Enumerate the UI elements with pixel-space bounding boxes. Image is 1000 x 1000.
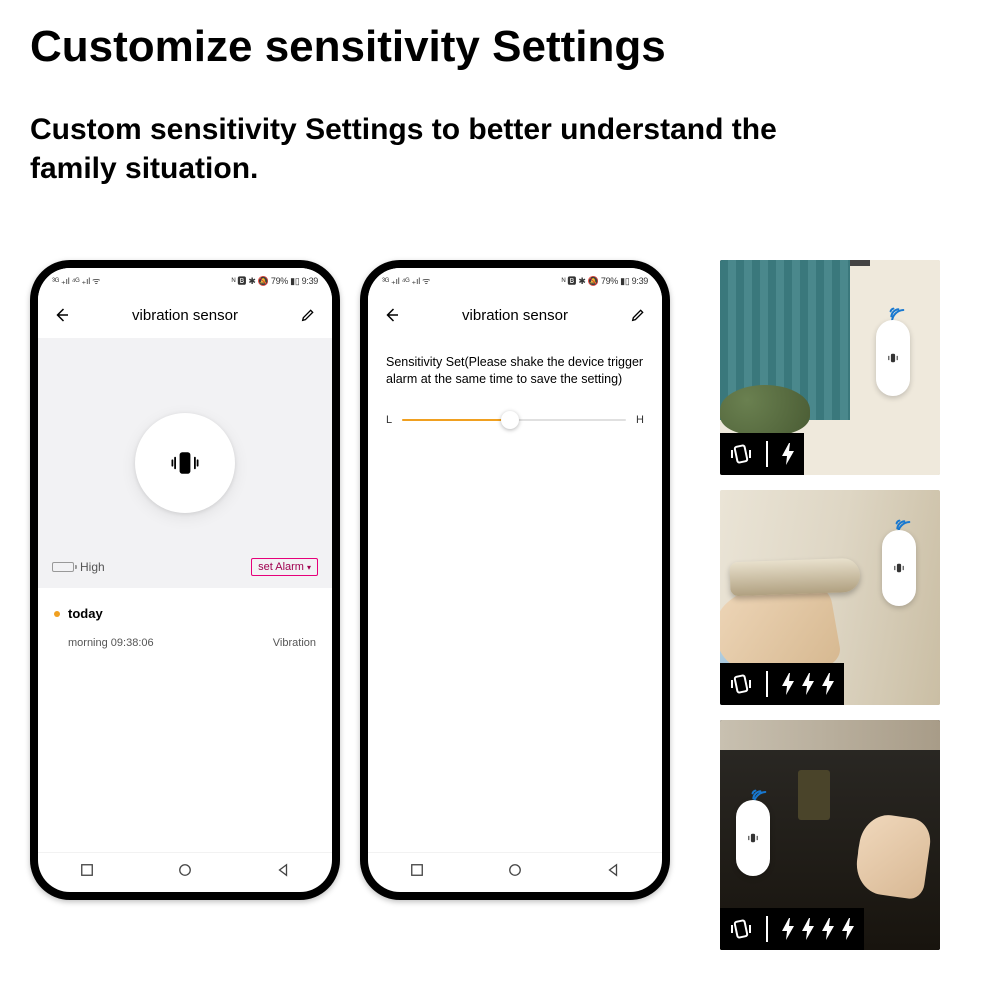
status-right: ᴺ 🅱 ✱ 🔕 79% ▮▯ 9:39 — [232, 274, 318, 287]
bolt-icon — [780, 672, 796, 696]
android-nav-bar — [38, 852, 332, 892]
divider — [766, 671, 768, 697]
status-right: ᴺ 🅱 ✱ 🔕 79% ▮▯ 9:39 — [562, 274, 648, 287]
bolt-icon — [800, 672, 816, 696]
page-title: vibration sensor — [462, 307, 568, 324]
sensor-device — [882, 530, 916, 606]
bolt-group — [780, 917, 856, 941]
vibration-icon — [746, 831, 760, 845]
phone-device-2: ³ᴳ ₊ıl ⁴ᴳ ₊ıl ᯤ ᴺ 🅱 ✱ 🔕 79% ▮▯ 9:39 vibr… — [360, 260, 670, 900]
vibration-badge-icon — [728, 663, 754, 705]
status-left: ³ᴳ ₊ıl ⁴ᴳ ₊ıl ᯤ — [382, 274, 430, 287]
recent-apps-icon[interactable] — [80, 863, 94, 882]
headline: Customize sensitivity Settings — [30, 22, 666, 72]
edit-icon[interactable] — [628, 305, 648, 325]
back-icon[interactable] — [52, 305, 72, 325]
safe-panel — [798, 770, 830, 820]
vibration-badge-icon — [728, 433, 754, 475]
phone2-screen: ³ᴳ ₊ıl ⁴ᴳ ₊ıl ᯤ ᴺ 🅱 ✱ 🔕 79% ▮▯ 9:39 vibr… — [368, 268, 662, 892]
bolt-group — [780, 672, 836, 696]
edit-icon[interactable] — [298, 305, 318, 325]
bolt-icon — [780, 442, 796, 466]
sensor-status-panel: High set Alarm ▾ — [38, 338, 332, 588]
status-bar: ³ᴳ ₊ıl ⁴ᴳ ₊ıl ᯤ ᴺ 🅱 ✱ 🔕 79% ▮▯ 9:39 — [38, 268, 332, 292]
slider-thumb[interactable] — [501, 411, 519, 429]
divider — [766, 441, 768, 467]
vibration-badge-icon — [728, 908, 754, 950]
scene-wall — [720, 260, 940, 475]
battery-level: High — [52, 560, 105, 574]
scene-door — [720, 490, 940, 705]
bolt-group — [780, 442, 796, 466]
status-bar: ³ᴳ ₊ıl ⁴ᴳ ₊ıl ᯤ ᴺ 🅱 ✱ 🔕 79% ▮▯ 9:39 — [368, 268, 662, 292]
bolt-icon — [820, 917, 836, 941]
set-alarm-button[interactable]: set Alarm ▾ — [251, 558, 318, 576]
sensor-device — [876, 320, 910, 396]
back-nav-icon[interactable] — [606, 863, 620, 882]
safe-top — [720, 720, 940, 750]
set-alarm-label: set Alarm — [258, 561, 304, 573]
event-type: Vibration — [273, 637, 316, 649]
status-left: ³ᴳ ₊ıl ⁴ᴳ ₊ıl ᯤ — [52, 274, 100, 287]
sensor-device — [736, 800, 770, 876]
plant — [720, 385, 810, 435]
back-nav-icon[interactable] — [276, 863, 290, 882]
event-time: morning 09:38:06 — [68, 637, 154, 649]
scene-safe — [720, 720, 940, 950]
slider-low-label: L — [386, 414, 392, 426]
title-bar: vibration sensor — [368, 292, 662, 338]
vibration-icon — [167, 445, 203, 481]
bolt-icon — [840, 917, 856, 941]
slider-high-label: H — [636, 414, 644, 426]
title-bar: vibration sensor — [38, 292, 332, 338]
home-icon[interactable] — [508, 863, 522, 882]
sensor-button[interactable] — [135, 413, 235, 513]
bolt-icon — [800, 917, 816, 941]
history-panel: today morning 09:38:06 Vibration — [38, 588, 332, 852]
intensity-badge — [720, 663, 844, 705]
chevron-down-icon: ▾ — [307, 563, 311, 572]
recent-apps-icon[interactable] — [410, 863, 424, 882]
intensity-badge — [720, 908, 864, 950]
battery-icon — [52, 562, 74, 572]
sensitivity-slider[interactable] — [402, 419, 626, 421]
sensitivity-slider-row: L H — [386, 414, 644, 426]
today-header: today — [54, 606, 316, 621]
today-dot-icon — [54, 611, 60, 617]
sensitivity-panel: Sensitivity Set(Please shake the device … — [368, 338, 662, 852]
phone-device-1: ³ᴳ ₊ıl ⁴ᴳ ₊ıl ᯤ ᴺ 🅱 ✱ 🔕 79% ▮▯ 9:39 vibr… — [30, 260, 340, 900]
battery-label: High — [80, 560, 105, 574]
android-nav-bar — [368, 852, 662, 892]
door-handle — [729, 558, 860, 597]
phone1-screen: ³ᴳ ₊ıl ⁴ᴳ ₊ıl ᯤ ᴺ 🅱 ✱ 🔕 79% ▮▯ 9:39 vibr… — [38, 268, 332, 892]
vibration-icon — [892, 561, 906, 575]
bolt-icon — [820, 672, 836, 696]
sensitivity-instruction: Sensitivity Set(Please shake the device … — [386, 354, 644, 388]
back-icon[interactable] — [382, 305, 402, 325]
bolt-icon — [780, 917, 796, 941]
intensity-badge — [720, 433, 804, 475]
event-row[interactable]: morning 09:38:06 Vibration — [54, 637, 316, 649]
home-icon[interactable] — [178, 863, 192, 882]
subhead: Custom sensitivity Settings to better un… — [30, 110, 830, 188]
today-label: today — [68, 606, 103, 621]
vibration-icon — [886, 351, 900, 365]
divider — [766, 916, 768, 942]
page-title: vibration sensor — [132, 307, 238, 324]
slider-fill — [402, 419, 509, 421]
